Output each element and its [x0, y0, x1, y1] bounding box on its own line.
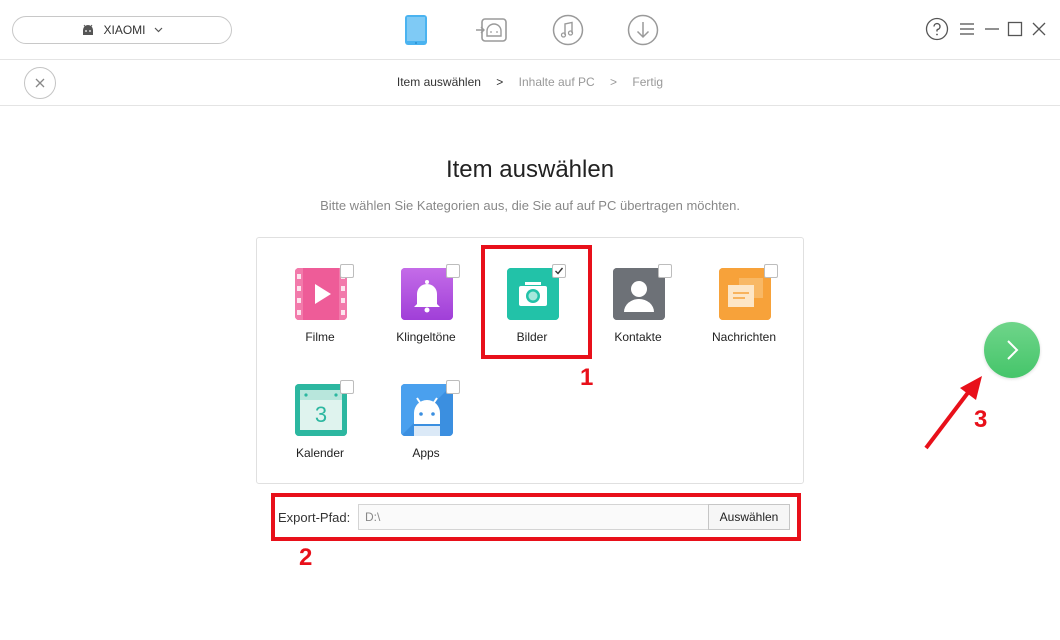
category-nachrichten[interactable]: Nachrichten	[694, 264, 794, 368]
menu-icon[interactable]	[955, 17, 979, 41]
category-label: Apps	[412, 446, 440, 460]
breadcrumb-separator: >	[496, 75, 504, 89]
breadcrumb: Item auswählen > Inhalte auf PC > Fertig	[0, 75, 1060, 89]
device-selector[interactable]: XIAOMI	[12, 16, 232, 44]
annotation-arrow	[924, 376, 982, 450]
chevron-down-icon	[154, 27, 163, 33]
minimize-icon[interactable]	[980, 17, 1004, 41]
annotation-box-1	[481, 245, 592, 359]
top-bar: XIAOMI	[0, 0, 1060, 60]
category-label: Filme	[305, 330, 335, 344]
category-kalender[interactable]: 3 Kalender	[270, 380, 370, 484]
calendar-day-number: 3	[315, 402, 327, 427]
phone-icon[interactable]	[398, 12, 434, 48]
category-checkbox[interactable]	[340, 380, 354, 394]
breadcrumb-separator: >	[610, 75, 618, 89]
category-label: Kalender	[295, 446, 345, 460]
category-checkbox[interactable]	[446, 380, 460, 394]
music-icon[interactable]	[550, 12, 586, 48]
maximize-icon[interactable]	[1003, 17, 1027, 41]
category-checkbox[interactable]	[764, 264, 778, 278]
category-filme[interactable]: Filme	[270, 264, 370, 368]
category-klingeltoene[interactable]: Klingeltöne	[376, 264, 476, 368]
category-checkbox[interactable]	[340, 264, 354, 278]
category-apps[interactable]: Apps	[376, 380, 476, 484]
download-icon[interactable]	[625, 12, 661, 48]
annotation-box-2	[271, 493, 801, 541]
category-checkbox[interactable]	[658, 264, 672, 278]
category-label: Klingeltöne	[396, 330, 456, 344]
breadcrumb-bar: Item auswählen > Inhalte auf PC > Fertig	[0, 60, 1060, 106]
annotation-number-2: 2	[299, 544, 313, 571]
android-transfer-icon[interactable]	[474, 12, 510, 48]
category-label: Nachrichten	[711, 330, 777, 344]
next-button[interactable]	[984, 322, 1040, 378]
page-subtitle: Bitte wählen Sie Kategorien aus, die Sie…	[320, 198, 740, 213]
annotation-number-1: 1	[580, 364, 594, 391]
breadcrumb-step-done: Fertig	[632, 75, 664, 89]
breadcrumb-step-content: Inhalte auf PC	[518, 75, 595, 89]
page-title: Item auswählen	[445, 156, 615, 183]
close-icon[interactable]	[1027, 17, 1051, 41]
device-name: XIAOMI	[103, 23, 146, 37]
breadcrumb-step-select: Item auswählen	[396, 75, 481, 89]
help-icon[interactable]	[925, 17, 949, 41]
category-kontakte[interactable]: Kontakte	[588, 264, 688, 368]
category-checkbox[interactable]	[446, 264, 460, 278]
category-label: Kontakte	[614, 330, 662, 344]
android-icon	[81, 24, 95, 36]
